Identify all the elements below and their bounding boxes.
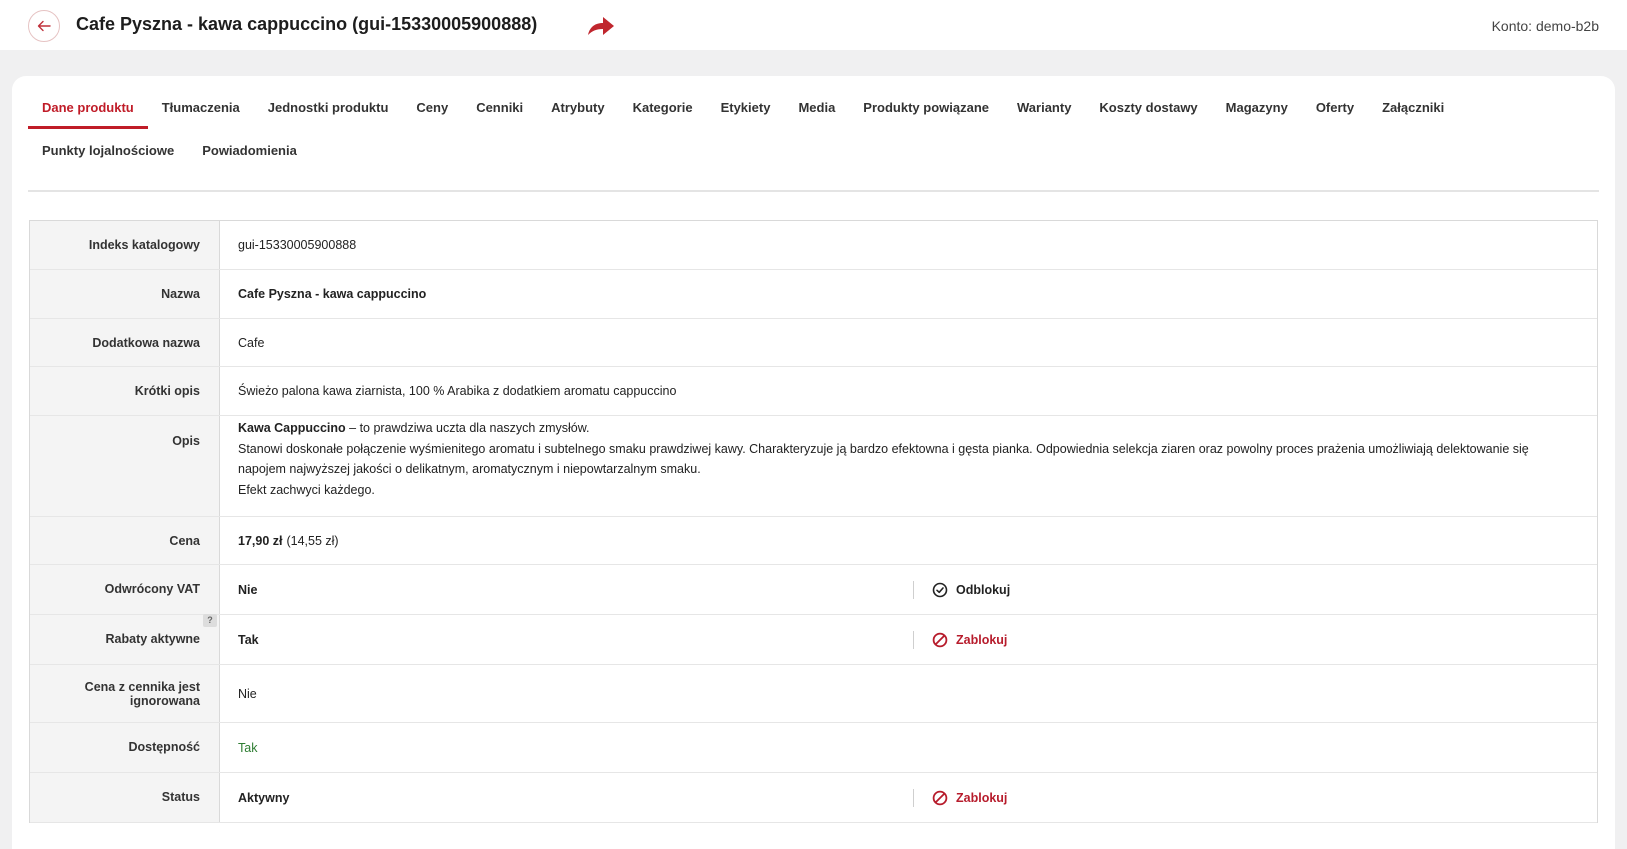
tab-atrybuty[interactable]: Atrybuty — [537, 90, 618, 129]
price-net: (14,55 zł) — [286, 533, 339, 548]
row-name: Nazwa Cafe Pyszna - kawa cappuccino — [30, 270, 1597, 319]
status-value: Aktywny Zablokuj — [220, 773, 1597, 822]
check-circle-icon — [932, 582, 948, 597]
description-line-1: Kawa Cappuccino – to prawdziwa uczta dla… — [238, 418, 1567, 439]
description-value: Kawa Cappuccino – to prawdziwa uczta dla… — [220, 416, 1597, 516]
row-discounts: ? Rabaty aktywne Tak Zablokuj — [30, 614, 1597, 665]
tab-jednostki-produktu[interactable]: Jednostki produktu — [254, 90, 403, 129]
top-bar: Cafe Pyszna - kawa cappuccino (gui-15330… — [0, 0, 1627, 50]
tab-ceny[interactable]: Ceny — [402, 90, 462, 129]
field-label-wrap: ? Rabaty aktywne — [30, 614, 220, 664]
field-label: Odwrócony VAT — [30, 565, 220, 614]
row-availability: Dostępność Tak — [30, 723, 1597, 773]
tab-bar: Dane produktu Tłumaczenia Jednostki produk… — [28, 90, 1599, 192]
tab-magazyny[interactable]: Magazyny — [1212, 90, 1302, 129]
row-status: Status Aktywny Zablokuj — [30, 773, 1597, 823]
discounts-value: Tak Zablokuj — [220, 615, 1597, 664]
field-label: Rabaty aktywne — [105, 632, 200, 646]
tab-punkty-lojalnosciowe[interactable]: Punkty lojalnościowe — [28, 133, 188, 172]
row-index: Indeks katalogowy gui-15330005900888 — [30, 221, 1597, 270]
description-line-2: Stanowi doskonałe połączenie wyśmieniteg… — [238, 441, 1529, 477]
tab-row-2: Punkty lojalnościowe Powiadomienia — [28, 133, 311, 172]
block-status-button[interactable]: Zablokuj — [913, 788, 1008, 807]
block-discounts-button[interactable]: Zablokuj — [913, 630, 1008, 649]
field-label: Dostępność — [30, 723, 220, 772]
short-desc-value: Świeżo palona kawa ziarnista, 100 % Arab… — [238, 384, 677, 398]
tab-kategorie[interactable]: Kategorie — [619, 90, 707, 129]
field-label: Status — [30, 773, 220, 822]
row-description: Opis Kawa Cappuccino – to prawdziwa uczt… — [30, 416, 1597, 517]
status-state: Aktywny — [238, 790, 290, 805]
field-label: Cena — [30, 517, 220, 564]
share-arrow-icon[interactable] — [584, 14, 616, 38]
account-label: Konto: demo-b2b — [1491, 18, 1599, 34]
row-price: Cena 17,90 zł (14,55 zł) — [30, 517, 1597, 565]
tab-cenniki[interactable]: Cenniki — [462, 90, 537, 129]
tab-tlumaczenia[interactable]: Tłumaczenia — [148, 90, 254, 129]
availability-value: Tak — [238, 740, 258, 755]
product-details-table: Indeks katalogowy gui-15330005900888 Naz… — [29, 220, 1598, 823]
row-reverse-vat: Odwrócony VAT Nie Odblokuj — [30, 565, 1597, 615]
tab-zalaczniki[interactable]: Załączniki — [1368, 90, 1458, 129]
pricelist-ignored-value: Nie — [238, 686, 257, 701]
tab-media[interactable]: Media — [784, 90, 849, 129]
unlock-reverse-vat-button[interactable]: Odblokuj — [913, 580, 1011, 599]
help-icon[interactable]: ? — [203, 614, 217, 627]
tab-dane-produktu[interactable]: Dane produktu — [28, 90, 148, 129]
tab-oferty[interactable]: Oferty — [1302, 90, 1368, 129]
field-label: Dodatkowa nazwa — [30, 319, 220, 366]
tab-etykiety[interactable]: Etykiety — [707, 90, 785, 129]
field-label: Krótki opis — [30, 367, 220, 415]
block-icon — [932, 790, 948, 805]
arrow-left-icon — [37, 20, 51, 32]
block-icon — [932, 632, 948, 647]
tab-produkty-powiazane[interactable]: Produkty powiązane — [849, 90, 1003, 129]
name-value: Cafe Pyszna - kawa cappuccino — [238, 287, 427, 301]
field-label: Opis — [30, 416, 220, 516]
description-lead-rest: – to prawdziwa uczta dla naszych zmysłów… — [345, 421, 590, 435]
description-line-3: Efekt zachwyci każdego. — [238, 482, 375, 497]
reverse-vat-value: Nie Odblokuj — [220, 565, 1597, 614]
block-label: Zablokuj — [956, 632, 1008, 647]
block-label: Zablokuj — [956, 790, 1008, 805]
product-card: Dane produktu Tłumaczenia Jednostki produk… — [12, 76, 1615, 849]
unlock-label: Odblokuj — [956, 582, 1011, 597]
row-short-desc: Krótki opis Świeżo palona kawa ziarnista… — [30, 367, 1597, 416]
field-label: Nazwa — [30, 270, 220, 318]
page-title: Cafe Pyszna - kawa cappuccino (gui-15330… — [76, 14, 538, 34]
discounts-state: Tak — [238, 632, 259, 647]
row-pricelist-ignored: Cena z cennika jest ignorowana Nie — [30, 665, 1597, 723]
row-extra-name: Dodatkowa nazwa Cafe — [30, 319, 1597, 367]
field-label: Indeks katalogowy — [30, 221, 220, 269]
field-label: Cena z cennika jest ignorowana — [30, 665, 220, 722]
tab-warianty[interactable]: Warianty — [1003, 90, 1085, 129]
description-lead-bold: Kawa Cappuccino — [238, 421, 346, 435]
price-gross: 17,90 zł — [238, 533, 283, 548]
tab-powiadomienia[interactable]: Powiadomienia — [188, 133, 311, 172]
extra-name-value: Cafe — [238, 335, 265, 350]
reverse-vat-state: Nie — [238, 582, 258, 597]
tab-koszty-dostawy[interactable]: Koszty dostawy — [1085, 90, 1211, 129]
price-value: 17,90 zł (14,55 zł) — [220, 517, 1597, 564]
index-value: gui-15330005900888 — [238, 238, 357, 252]
tab-row-1: Dane produktu Tłumaczenia Jednostki produk… — [28, 90, 1458, 129]
back-button[interactable] — [28, 10, 60, 42]
